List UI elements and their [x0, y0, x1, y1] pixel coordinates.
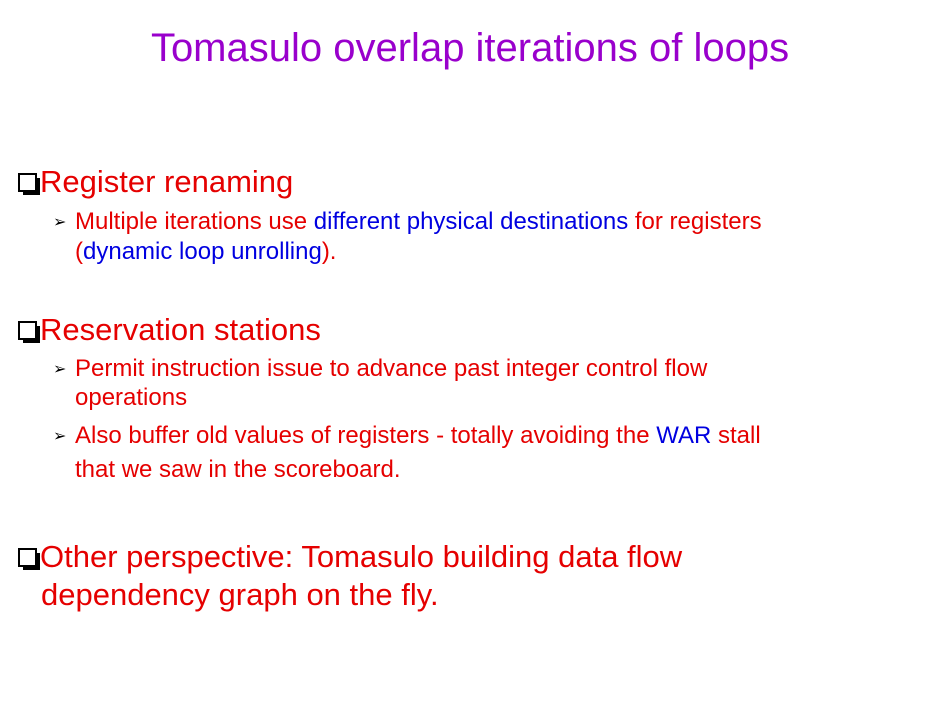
- text-blue: WAR: [656, 422, 712, 449]
- sub-bullet-line-1: Permit instruction issue to advance past…: [75, 355, 708, 382]
- sub-bullet-line-2: operations: [75, 384, 188, 411]
- bullet-line-2: dependency graph on the fly.: [41, 577, 439, 612]
- text-red: ).: [321, 238, 337, 265]
- text-red: for registers: [628, 208, 762, 235]
- bullet-other-perspective: Other perspective: Tomasulo building dat…: [18, 539, 683, 612]
- text-red: stall: [711, 422, 761, 449]
- text-red: Multiple iterations use: [75, 208, 314, 235]
- bullet-label: Reservation stations: [40, 312, 321, 347]
- sub-bullet-line-1: Also buffer old values of registers - to…: [75, 421, 761, 451]
- text-blue: different physical destinations: [313, 208, 629, 235]
- arrowhead-bullet-icon: ➢: [53, 212, 67, 231]
- text-blue: dynamic loop unrolling: [83, 238, 322, 265]
- bullet-reservation-stations: Reservation stations: [18, 312, 321, 348]
- sub-bullet-line-2: that we saw in the scoreboard.: [75, 456, 401, 483]
- sub-bullet-line-1: Multiple iterations use different physic…: [75, 207, 762, 237]
- bullet-register-renaming: Register renaming: [18, 164, 293, 200]
- bullet-line-1: Other perspective: Tomasulo building dat…: [40, 539, 683, 574]
- bullet-label: Register renaming: [40, 164, 294, 199]
- slide-title: Tomasulo overlap iterations of loops: [150, 26, 790, 70]
- arrowhead-bullet-icon: ➢: [53, 426, 67, 445]
- text-red: (: [75, 238, 83, 265]
- arrowhead-bullet-icon: ➢: [53, 359, 67, 378]
- hollow-square-bullet-icon: [18, 173, 40, 195]
- hollow-square-bullet-icon: [18, 548, 40, 570]
- text-red: Also buffer old values of registers - to…: [75, 422, 657, 449]
- hollow-square-bullet-icon: [18, 321, 40, 343]
- sub-bullet-line-2: (dynamic loop unrolling).: [75, 237, 336, 267]
